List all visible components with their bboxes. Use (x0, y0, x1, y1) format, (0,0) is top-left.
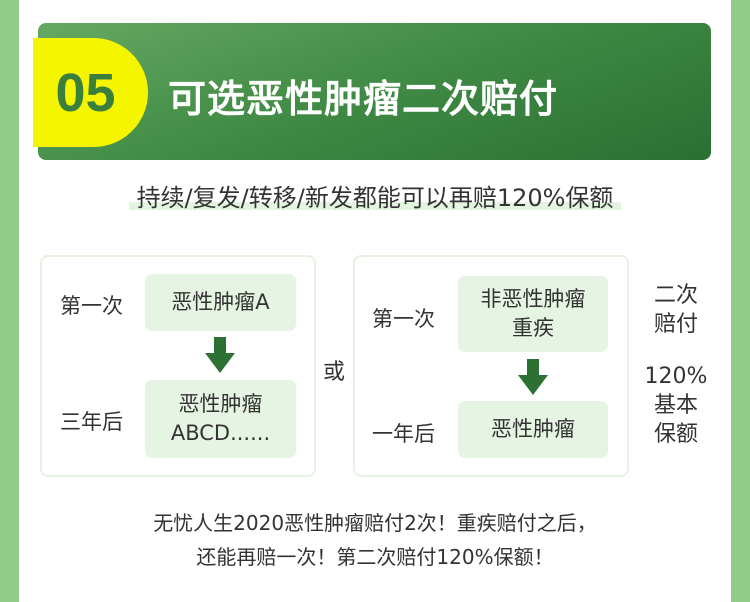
footer-text: 无忧人生2020恶性肿瘤赔付2次！重疾赔付之后， 还能再赔一次！第二次赔付120… (0, 506, 750, 574)
or-label: 或 (323, 360, 346, 385)
right-second-label: 一年后 (372, 422, 435, 446)
side-line: 基本 (653, 393, 698, 418)
page: 05 可选恶性肿瘤二次赔付 持续/复发/转移/新发都能可以再赔120%保额 第一… (0, 0, 750, 602)
right-first-value: 非恶性肿瘤 重疾 (458, 276, 608, 352)
side-line: 保额 (653, 422, 698, 447)
side-line: 二次 (653, 283, 698, 308)
footer-line1: 无忧人生2020恶性肿瘤赔付2次！重疾赔付之后， (153, 511, 597, 535)
down-arrow-icon (518, 359, 548, 395)
left-first-value: 恶性肿瘤A (145, 274, 296, 331)
section-title: 可选恶性肿瘤二次赔付 (168, 77, 559, 121)
section-number-badge: 05 (33, 38, 148, 147)
right-second-value: 恶性肿瘤 (458, 401, 608, 458)
side-line: 赔付 (653, 312, 698, 337)
section-number: 05 (55, 62, 116, 123)
left-second-value: 恶性肿瘤 ABCD...... (145, 380, 296, 458)
subtitle: 持续/复发/转移/新发都能可以再赔120%保额 (0, 178, 750, 213)
right-first-value-line2: 重疾 (512, 316, 554, 340)
second-payout-note: 二次 赔付 (640, 281, 712, 339)
left-second-label: 三年后 (60, 410, 123, 434)
payout-ratio-note: 120% 基本 保额 (640, 362, 712, 449)
left-second-value-line2: ABCD...... (170, 421, 271, 445)
left-second-value-line1: 恶性肿瘤 (178, 392, 263, 416)
subtitle-text: 持续/复发/转移/新发都能可以再赔120%保额 (128, 184, 622, 212)
right-first-label: 第一次 (372, 307, 435, 331)
side-line: 120% (644, 364, 708, 389)
right-first-value-line1: 非恶性肿瘤 (480, 287, 586, 311)
down-arrow-icon (205, 337, 235, 373)
left-first-label: 第一次 (60, 294, 123, 318)
footer-line2: 还能再赔一次！第二次赔付120%保额！ (196, 545, 554, 569)
